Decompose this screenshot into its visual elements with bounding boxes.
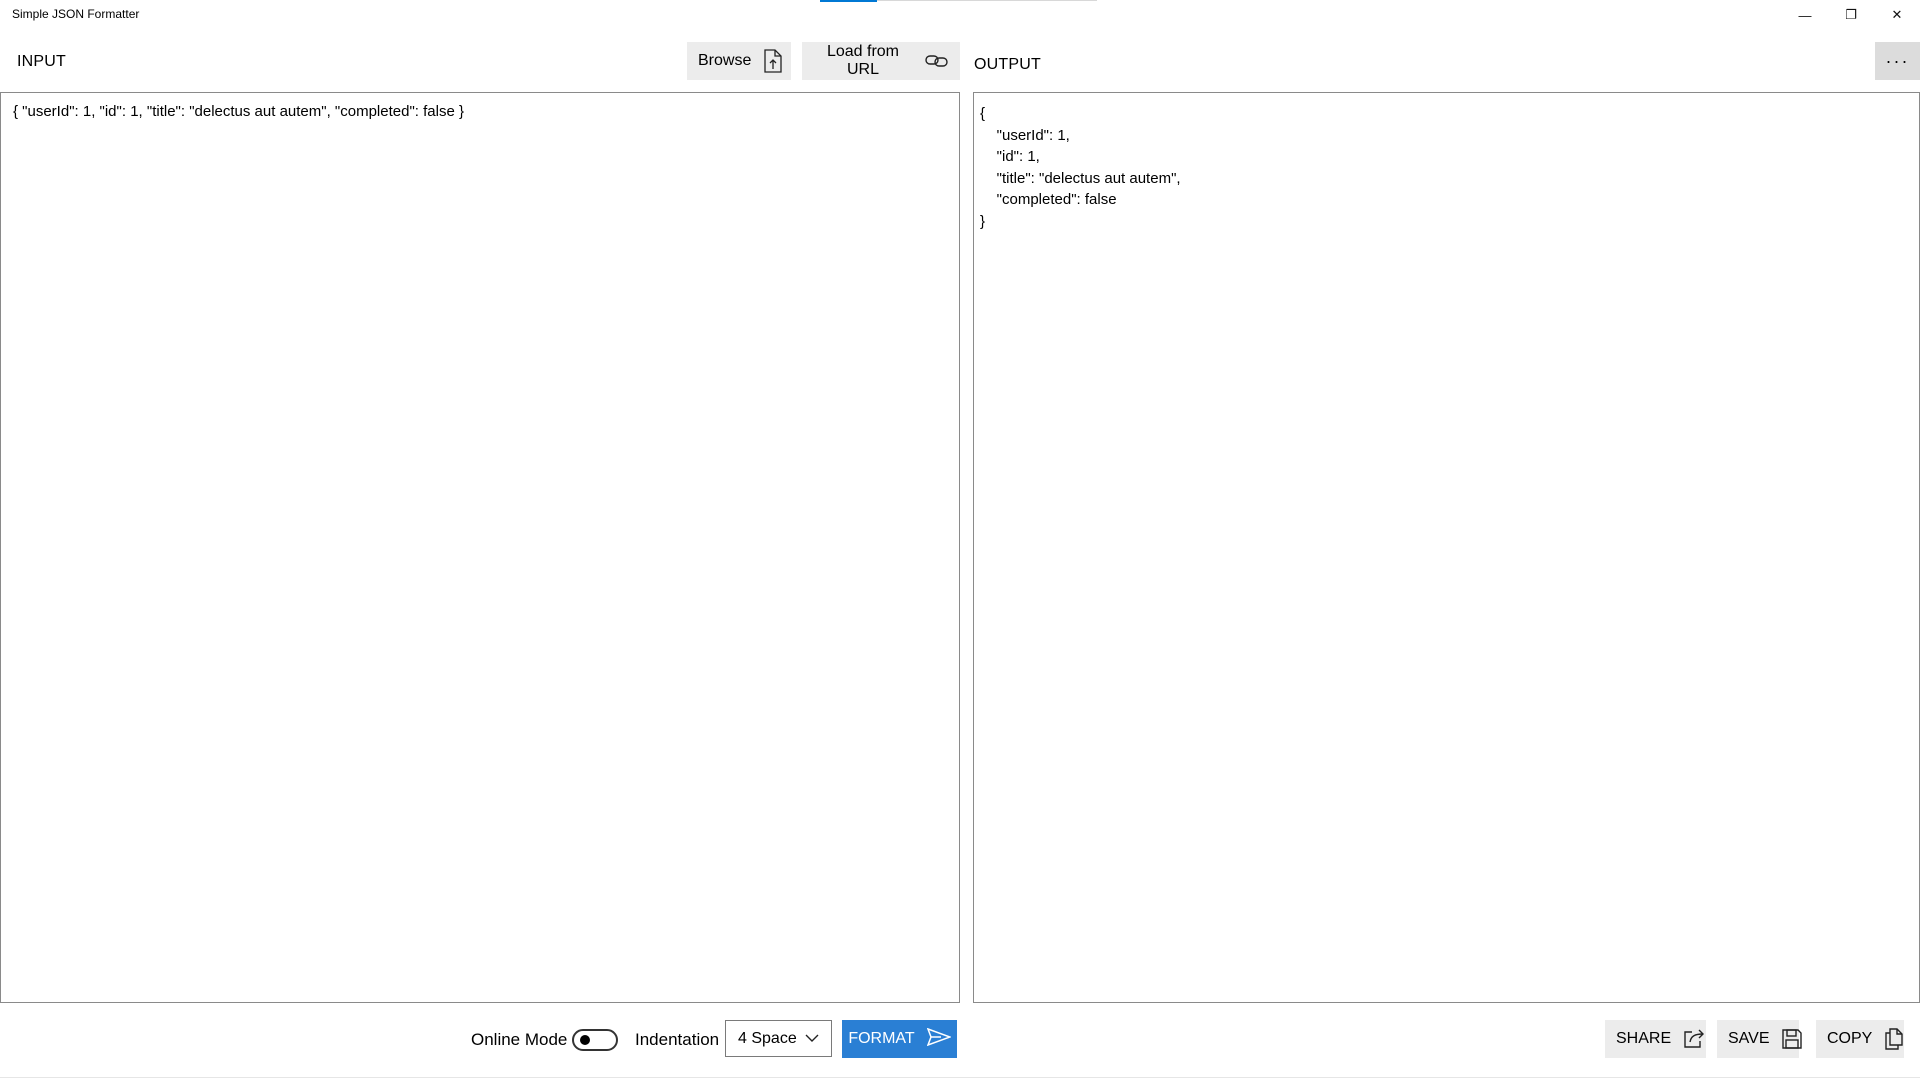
copy-label: COPY xyxy=(1827,1030,1873,1047)
share-icon xyxy=(1683,1029,1705,1049)
output-line: "userId": 1, xyxy=(980,126,1070,144)
input-header: INPUT xyxy=(17,53,66,70)
save-icon xyxy=(1781,1029,1802,1049)
format-button[interactable]: FORMAT xyxy=(842,1020,957,1058)
file-upload-icon xyxy=(763,49,783,73)
input-text: { "userId": 1, "id": 1, "title": "delect… xyxy=(13,103,464,120)
output-line: { xyxy=(980,105,986,122)
share-label: SHARE xyxy=(1616,1030,1672,1047)
output-line: } xyxy=(980,212,986,230)
online-mode-label: Online Mode xyxy=(471,1030,568,1049)
output-textarea[interactable]: { "userId": 1, "id": 1, "title": "delect… xyxy=(973,92,1920,1003)
title-divider xyxy=(877,0,1097,1)
online-mode-toggle[interactable] xyxy=(572,1029,618,1051)
toggle-knob xyxy=(580,1035,590,1045)
save-button[interactable]: SAVE xyxy=(1717,1020,1802,1058)
minimize-button[interactable]: — xyxy=(1782,0,1828,30)
format-label: FORMAT xyxy=(848,1030,915,1047)
save-label: SAVE xyxy=(1728,1030,1770,1047)
title-accent-bar xyxy=(820,0,877,2)
indentation-value: 4 Space xyxy=(738,1029,797,1047)
input-textarea[interactable]: { "userId": 1, "id": 1, "title": "delect… xyxy=(0,92,960,1003)
browse-button[interactable]: Browse xyxy=(687,42,791,80)
app-title: Simple JSON Formatter xyxy=(12,7,140,21)
output-line: "completed": false xyxy=(980,191,1117,208)
close-button[interactable]: ✕ xyxy=(1874,0,1920,30)
output-line: "id": 1, xyxy=(980,148,1040,165)
load-from-url-label: Load from URL xyxy=(826,43,900,78)
chevron-down-icon xyxy=(805,1030,819,1048)
send-icon xyxy=(926,1027,952,1051)
bottom-divider xyxy=(0,1077,1920,1078)
maximize-button[interactable]: ❐ xyxy=(1828,0,1874,30)
copy-button[interactable]: COPY xyxy=(1816,1020,1904,1058)
browse-label: Browse xyxy=(698,52,752,69)
output-header: OUTPUT xyxy=(974,56,1041,73)
indentation-select[interactable]: 4 Space xyxy=(725,1020,832,1057)
share-button[interactable]: SHARE xyxy=(1605,1020,1706,1058)
title-bar: Simple JSON Formatter — ❐ ✕ xyxy=(0,0,1920,30)
more-options-button[interactable]: ··· xyxy=(1875,42,1920,80)
indentation-label: Indentation xyxy=(635,1030,720,1049)
link-icon xyxy=(925,53,949,69)
copy-icon xyxy=(1884,1028,1904,1050)
load-from-url-button[interactable]: Load from URL xyxy=(802,42,960,80)
output-line: "title": "delectus aut autem", xyxy=(980,169,1181,187)
